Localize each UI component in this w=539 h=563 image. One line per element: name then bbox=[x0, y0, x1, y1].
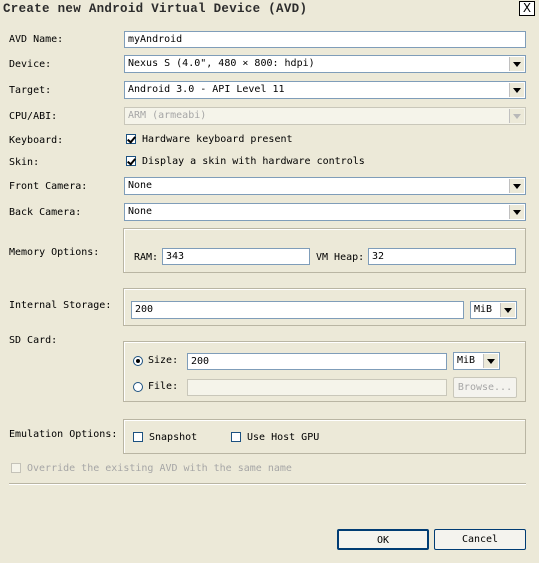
host-gpu-checkbox[interactable] bbox=[231, 432, 241, 442]
cpu-abi-label: CPU/ABI: bbox=[9, 111, 58, 122]
target-label: Target: bbox=[9, 85, 52, 96]
chevron-down-icon bbox=[509, 109, 524, 123]
front-camera-select[interactable]: None bbox=[124, 177, 526, 195]
keyboard-checkbox-label[interactable]: Hardware keyboard present bbox=[142, 134, 293, 145]
internal-storage-input[interactable]: 200 bbox=[131, 301, 464, 319]
sd-file-radio[interactable] bbox=[133, 382, 143, 392]
cpu-abi-value: ARM (armeabi) bbox=[128, 110, 207, 121]
device-label: Device: bbox=[9, 59, 52, 70]
snapshot-checkbox[interactable] bbox=[133, 432, 143, 442]
sd-size-label[interactable]: Size: bbox=[148, 355, 178, 366]
device-value: Nexus S (4.0", 480 × 800: hdpi) bbox=[128, 58, 315, 69]
sd-size-value: 200 bbox=[191, 356, 210, 367]
chevron-down-icon[interactable] bbox=[483, 354, 498, 368]
snapshot-label[interactable]: Snapshot bbox=[149, 432, 197, 443]
chevron-down-icon[interactable] bbox=[500, 303, 515, 317]
close-button[interactable]: X bbox=[519, 1, 535, 16]
browse-button: Browse... bbox=[453, 377, 517, 398]
ok-button[interactable]: OK bbox=[337, 529, 429, 550]
avd-name-input[interactable]: myAndroid bbox=[124, 31, 526, 48]
chevron-down-icon[interactable] bbox=[509, 57, 524, 71]
front-camera-value: None bbox=[128, 180, 153, 191]
chevron-down-icon[interactable] bbox=[509, 205, 524, 219]
cpu-abi-select: ARM (armeabi) bbox=[124, 107, 526, 125]
keyboard-label: Keyboard: bbox=[9, 135, 64, 146]
vm-heap-input[interactable]: 32 bbox=[368, 248, 516, 265]
internal-storage-value: 200 bbox=[135, 304, 154, 315]
title-bar: Create new Android Virtual Device (AVD) … bbox=[0, 0, 539, 18]
target-value: Android 3.0 - API Level 11 bbox=[128, 84, 285, 95]
sd-size-unit-select[interactable]: MiB bbox=[453, 352, 500, 370]
host-gpu-label[interactable]: Use Host GPU bbox=[247, 432, 319, 443]
chevron-down-icon[interactable] bbox=[509, 179, 524, 193]
sd-size-radio[interactable] bbox=[133, 356, 143, 366]
sd-file-label[interactable]: File: bbox=[148, 381, 178, 392]
ram-label: RAM: bbox=[134, 252, 159, 263]
back-camera-value: None bbox=[128, 206, 153, 217]
internal-storage-label: Internal Storage: bbox=[9, 300, 112, 311]
front-camera-label: Front Camera: bbox=[9, 181, 88, 192]
window-title: Create new Android Virtual Device (AVD) bbox=[3, 2, 308, 16]
cancel-button-label: Cancel bbox=[461, 534, 499, 545]
override-label: Override the existing AVD with the same … bbox=[27, 463, 292, 474]
internal-storage-unit-value: MiB bbox=[474, 304, 493, 315]
sd-card-label: SD Card: bbox=[9, 335, 58, 346]
target-select[interactable]: Android 3.0 - API Level 11 bbox=[124, 81, 526, 99]
back-camera-select[interactable]: None bbox=[124, 203, 526, 221]
avd-name-value: myAndroid bbox=[128, 34, 183, 45]
ram-input[interactable]: 343 bbox=[162, 248, 310, 265]
skin-label: Skin: bbox=[9, 157, 40, 168]
ram-value: 343 bbox=[166, 251, 185, 262]
back-camera-label: Back Camera: bbox=[9, 207, 82, 218]
skin-checkbox[interactable] bbox=[126, 156, 136, 166]
cancel-button[interactable]: Cancel bbox=[434, 529, 526, 550]
keyboard-checkbox[interactable] bbox=[126, 134, 136, 144]
separator bbox=[9, 483, 526, 484]
close-icon: X bbox=[522, 1, 532, 15]
sd-size-input[interactable]: 200 bbox=[187, 353, 447, 370]
sd-size-unit-value: MiB bbox=[457, 355, 476, 366]
sd-file-input bbox=[187, 379, 447, 396]
vm-heap-value: 32 bbox=[372, 251, 385, 262]
device-select[interactable]: Nexus S (4.0", 480 × 800: hdpi) bbox=[124, 55, 526, 73]
chevron-down-icon[interactable] bbox=[509, 83, 524, 97]
skin-checkbox-label[interactable]: Display a skin with hardware controls bbox=[142, 156, 365, 167]
override-checkbox bbox=[11, 463, 21, 473]
internal-storage-unit-select[interactable]: MiB bbox=[470, 301, 517, 319]
ok-button-label: OK bbox=[376, 535, 390, 546]
emulation-options-label: Emulation Options: bbox=[9, 429, 118, 440]
avd-name-label: AVD Name: bbox=[9, 34, 64, 45]
memory-options-label: Memory Options: bbox=[9, 247, 100, 258]
vm-heap-label: VM Heap: bbox=[316, 252, 365, 263]
browse-button-label: Browse... bbox=[457, 382, 513, 393]
